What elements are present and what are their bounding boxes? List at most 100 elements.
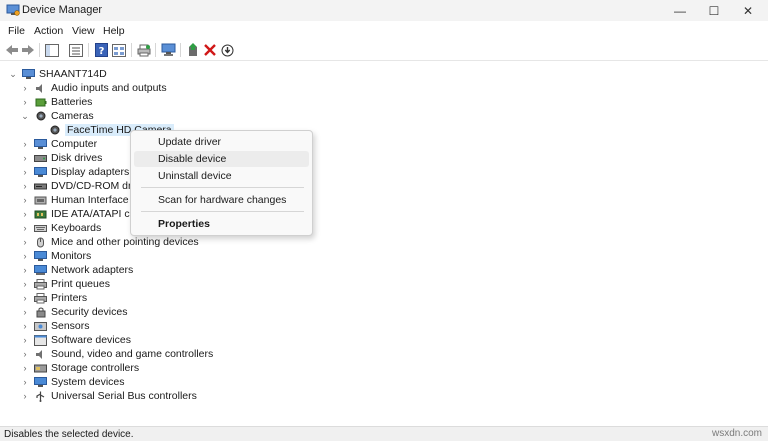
- menu-bar: File Action View Help: [0, 21, 768, 40]
- tree-category[interactable]: › Print queues: [20, 277, 110, 291]
- menu-action[interactable]: Action: [34, 25, 63, 37]
- monitor-icon: [34, 250, 47, 262]
- chevron-down-icon[interactable]: ⌄: [20, 111, 30, 121]
- device-tree[interactable]: ⌄ SHAANT714D › Audio inputs and outputs › B…: [0, 60, 768, 426]
- chevron-down-icon[interactable]: ⌄: [8, 69, 18, 79]
- usb-icon: [34, 391, 47, 402]
- context-uninstall-device[interactable]: Uninstall device: [134, 168, 309, 184]
- uninstall-device-icon[interactable]: [202, 42, 218, 58]
- chevron-right-icon[interactable]: ›: [20, 181, 30, 191]
- tree-root-label: SHAANT714D: [39, 68, 107, 80]
- disable-device-icon[interactable]: [219, 42, 235, 58]
- context-properties[interactable]: Properties: [134, 216, 309, 232]
- properties-view-icon[interactable]: [68, 42, 84, 58]
- tree-category[interactable]: › Mice and other pointing devices: [20, 235, 199, 249]
- tree-category[interactable]: › Storage controllers: [20, 361, 140, 375]
- forward-arrow-icon[interactable]: [20, 42, 36, 58]
- software-icon: [34, 334, 47, 346]
- speaker-icon: [34, 83, 47, 94]
- chevron-right-icon[interactable]: ›: [20, 293, 30, 303]
- tree-category[interactable]: › Monitors: [20, 249, 92, 263]
- disk-icon: [34, 153, 47, 164]
- tree-category[interactable]: › DVD/CD-ROM drive: [20, 179, 145, 193]
- speaker-icon: [34, 349, 47, 360]
- tree-category-label: Mice and other pointing devices: [51, 236, 199, 248]
- chevron-right-icon[interactable]: ›: [20, 279, 30, 289]
- tree-category[interactable]: › System devices: [20, 375, 125, 389]
- tree-category[interactable]: ⌄ Cameras: [20, 109, 94, 123]
- chevron-right-icon[interactable]: ›: [20, 223, 30, 233]
- status-bar: Disables the selected device. wsxdn.com: [0, 426, 768, 441]
- tree-category-label: System devices: [51, 376, 125, 388]
- tree-category-label: Batteries: [51, 96, 93, 108]
- tree-category-label: Disk drives: [51, 152, 103, 164]
- computer-icon: [22, 68, 35, 80]
- help-icon[interactable]: ?: [93, 42, 109, 58]
- tree-category-label: Security devices: [51, 306, 128, 318]
- tree-category[interactable]: › Printers: [20, 291, 88, 305]
- chevron-right-icon[interactable]: ›: [20, 307, 30, 317]
- monitor-icon: [34, 166, 47, 178]
- chevron-right-icon[interactable]: ›: [20, 349, 30, 359]
- print-icon[interactable]: [136, 42, 152, 58]
- tree-category[interactable]: › Network adapters: [20, 263, 134, 277]
- context-update-driver[interactable]: Update driver: [134, 134, 309, 150]
- chevron-right-icon[interactable]: ›: [20, 209, 30, 219]
- tree-category[interactable]: › Disk drives: [20, 151, 103, 165]
- toolbar-separator: [88, 43, 89, 57]
- tree-category[interactable]: › IDE ATA/ATAPI contr: [20, 207, 148, 221]
- chevron-right-icon[interactable]: ›: [20, 167, 30, 177]
- tree-category[interactable]: › Software devices: [20, 333, 131, 347]
- tree-root[interactable]: ⌄ SHAANT714D: [8, 67, 107, 81]
- computer-icon: [34, 138, 47, 150]
- tree-category-label: Keyboards: [51, 222, 102, 234]
- chevron-right-icon[interactable]: ›: [20, 251, 30, 261]
- show-hidden-icon[interactable]: [111, 42, 127, 58]
- chevron-right-icon[interactable]: ›: [20, 363, 30, 373]
- chevron-right-icon[interactable]: ›: [20, 139, 30, 149]
- back-arrow-icon[interactable]: [4, 42, 20, 58]
- tree-category[interactable]: › Sensors: [20, 319, 90, 333]
- toolbar: ?: [0, 40, 768, 60]
- chevron-right-icon[interactable]: ›: [20, 377, 30, 387]
- tree-category[interactable]: › Keyboards: [20, 221, 102, 235]
- show-hide-console-tree-icon[interactable]: [44, 42, 60, 58]
- camera-icon: [48, 125, 61, 136]
- tree-category[interactable]: › Display adapters: [20, 165, 130, 179]
- scan-hardware-icon[interactable]: [160, 42, 176, 58]
- camera-icon: [34, 111, 47, 122]
- tree-category-label: Cameras: [51, 110, 94, 122]
- tree-category[interactable]: › Sound, video and game controllers: [20, 347, 214, 361]
- chevron-right-icon[interactable]: ›: [20, 83, 30, 93]
- chevron-right-icon[interactable]: ›: [20, 335, 30, 345]
- menu-file[interactable]: File: [8, 25, 25, 37]
- tree-category[interactable]: › Security devices: [20, 305, 128, 319]
- close-button[interactable]: ✕: [728, 0, 768, 21]
- chevron-right-icon[interactable]: ›: [20, 265, 30, 275]
- toolbar-separator: [131, 43, 132, 57]
- svg-text:?: ?: [98, 46, 104, 57]
- dvd-icon: [34, 181, 47, 192]
- context-disable-device[interactable]: Disable device: [134, 151, 309, 167]
- chevron-right-icon[interactable]: ›: [20, 153, 30, 163]
- printer-icon: [34, 278, 47, 290]
- menu-view[interactable]: View: [72, 25, 95, 37]
- tree-category-label: Monitors: [51, 250, 92, 262]
- hid-icon: [34, 195, 47, 206]
- chevron-right-icon[interactable]: ›: [20, 237, 30, 247]
- chevron-right-icon[interactable]: ›: [20, 391, 30, 401]
- toolbar-separator: [39, 43, 40, 57]
- chevron-right-icon[interactable]: ›: [20, 321, 30, 331]
- watermark: wsxdn.com: [711, 428, 762, 439]
- tree-category[interactable]: › Computer: [20, 137, 98, 151]
- update-driver-icon[interactable]: [185, 42, 201, 58]
- context-scan-hardware[interactable]: Scan for hardware changes: [134, 192, 309, 208]
- window-title: Device Manager: [22, 4, 103, 16]
- tree-category[interactable]: › Audio inputs and outputs: [20, 81, 167, 95]
- chevron-right-icon[interactable]: ›: [20, 97, 30, 107]
- tree-category[interactable]: › Batteries: [20, 95, 93, 109]
- tree-category[interactable]: › Human Interface De: [20, 193, 145, 207]
- chevron-right-icon[interactable]: ›: [20, 195, 30, 205]
- menu-help[interactable]: Help: [103, 25, 125, 37]
- tree-category[interactable]: › Universal Serial Bus controllers: [20, 389, 197, 403]
